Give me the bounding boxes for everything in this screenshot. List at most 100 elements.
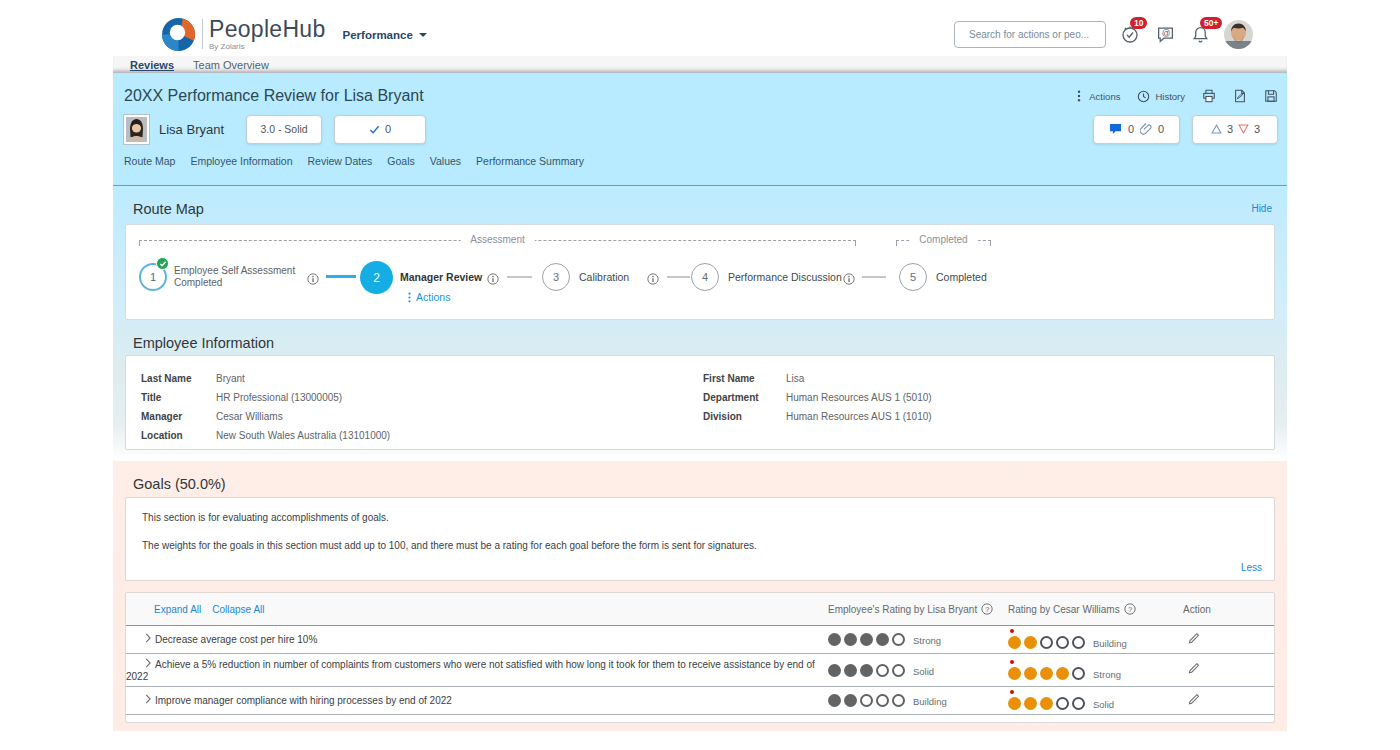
chevron-right-icon — [145, 633, 152, 646]
goal-title-cell[interactable]: Decrease average cost per hire 10% — [126, 629, 828, 650]
manager-rating-dots — [1008, 636, 1085, 649]
goals-title: Goals (50.0%) — [125, 476, 1275, 492]
collapse-all-link[interactable]: Collapse All — [212, 604, 264, 615]
col-action: Action — [1183, 604, 1274, 615]
brand-divider — [202, 19, 203, 49]
info-icon-wrap — [843, 271, 855, 289]
rating-dot — [1024, 697, 1037, 710]
subnav-goals[interactable]: Goals — [387, 155, 414, 167]
rating-dot — [1040, 697, 1053, 710]
employee-name: Lisa Bryant — [159, 122, 224, 137]
completed-bracket: Completed — [896, 240, 991, 246]
step-connector — [862, 276, 886, 278]
module-tabs: Reviews Team Overview — [113, 56, 1287, 73]
todo-button[interactable]: 10 — [1119, 23, 1141, 45]
field-label: Manager — [141, 407, 216, 426]
actions-button[interactable]: Actions — [1074, 90, 1120, 102]
goals-description-line2: The weights for the goals in this sectio… — [142, 540, 1258, 551]
user-avatar[interactable] — [1224, 20, 1253, 49]
hide-link[interactable]: Hide — [1251, 203, 1275, 214]
rating-dot — [1056, 636, 1069, 649]
route-step-5-circle[interactable]: 5 — [899, 263, 927, 291]
edit-pencil-icon[interactable] — [1187, 631, 1200, 649]
history-button[interactable]: History — [1137, 90, 1185, 103]
goal-title-cell[interactable]: Achieve a 5% reduction in number of comp… — [126, 654, 828, 686]
comment-count: 0 — [1128, 123, 1134, 135]
employee-info-title: Employee Information — [125, 335, 1275, 351]
route-map-card: Assessment Completed 1Employee Self Asse… — [125, 224, 1275, 320]
edit-pencil-icon[interactable] — [1187, 661, 1200, 679]
subnav-employee-information[interactable]: Employee Information — [190, 155, 292, 167]
edit-pencil-icon[interactable] — [1187, 692, 1200, 710]
info-icon[interactable] — [843, 273, 855, 285]
subnav-values[interactable]: Values — [430, 155, 461, 167]
manager-rating-cell: Strong — [1008, 661, 1183, 680]
employee-rating-cell: Strong — [828, 633, 1008, 646]
svg-text:?: ? — [1128, 605, 1133, 614]
info-icon-wrap — [307, 271, 319, 289]
overflow-icon — [1074, 90, 1084, 102]
rating-dot — [860, 694, 873, 707]
subnav-route-map[interactable]: Route Map — [124, 155, 175, 167]
feedback-button[interactable]: @ — [1154, 23, 1176, 45]
col-employee-rating-label: Employee's Rating by Lisa Bryant — [828, 604, 977, 615]
goal-title-cell[interactable]: Improve manager compliance with hiring p… — [126, 690, 828, 711]
subnav-performance-summary[interactable]: Performance Summary — [476, 155, 584, 167]
export-document-icon — [1233, 89, 1247, 103]
rating-dot — [1024, 636, 1037, 649]
peoplehub-logo-icon — [160, 16, 197, 53]
less-link[interactable]: Less — [1241, 562, 1262, 573]
goals-description-line1: This section is for evaluating accomplis… — [142, 512, 1258, 523]
field-value: New South Wales Australia (13101000) — [216, 426, 390, 445]
help-icon[interactable]: ? — [1124, 603, 1136, 615]
brand-logo[interactable]: PeopleHub By Zolaris — [160, 16, 326, 53]
check-count-box[interactable]: 0 — [334, 115, 426, 144]
rating-dot — [892, 664, 905, 677]
export-button[interactable] — [1233, 89, 1247, 103]
global-search[interactable] — [954, 21, 1106, 48]
route-step-3-circle[interactable]: 3 — [542, 263, 570, 291]
help-icon[interactable]: ? — [981, 603, 993, 615]
rating-dot — [1072, 667, 1085, 680]
info-icon[interactable] — [647, 273, 659, 285]
tab-reviews[interactable]: Reviews — [130, 59, 174, 71]
route-step-4-circle[interactable]: 4 — [691, 263, 719, 291]
employee-avatar[interactable] — [124, 115, 149, 144]
employee-field: First NameLisa — [703, 369, 932, 388]
subnav-review-dates[interactable]: Review Dates — [308, 155, 373, 167]
notifications-badge: 50+ — [1200, 17, 1222, 29]
expand-all-link[interactable]: Expand All — [154, 604, 201, 615]
assessment-bracket: Assessment — [139, 240, 856, 246]
goal-title: Decrease average cost per hire 10% — [155, 634, 317, 645]
info-icon[interactable] — [307, 273, 319, 285]
overall-score-box[interactable]: 3.0 - Solid — [246, 115, 322, 144]
field-label: Location — [141, 426, 216, 445]
info-icon[interactable] — [487, 273, 499, 285]
employee-field: TitleHR Professional (13000005) — [141, 388, 703, 407]
employee-avatar-photo — [126, 117, 147, 142]
employee-rating-cell: Solid — [828, 664, 1008, 677]
review-subnav: Route Map Employee Information Review Date… — [124, 155, 1278, 167]
manager-rating-dots — [1008, 697, 1085, 710]
brand-subtitle: By Zolaris — [209, 42, 326, 51]
printer-icon — [1202, 89, 1216, 103]
module-switcher[interactable]: Performance — [343, 29, 427, 41]
rating-dot — [1040, 667, 1053, 680]
route-step-4-label: Performance Discussion — [728, 271, 842, 283]
step-actions-link[interactable]: Actions — [407, 291, 450, 303]
action-cell — [1183, 631, 1274, 649]
route-step-2-circle[interactable]: 2 — [360, 261, 393, 294]
required-indicator — [1010, 629, 1014, 633]
rating-dot — [1040, 636, 1053, 649]
col-employee-rating: Employee's Rating by Lisa Bryant ? — [828, 603, 1008, 615]
goals-description-card: This section is for evaluating accomplis… — [125, 497, 1275, 581]
tab-team-overview[interactable]: Team Overview — [193, 59, 269, 71]
print-button[interactable] — [1202, 89, 1216, 103]
search-input[interactable] — [969, 29, 1097, 40]
updown-count-box[interactable]: 3 3 — [1192, 115, 1278, 144]
manager-rating-label: Solid — [1093, 699, 1114, 710]
comments-attachments-box[interactable]: 0 0 — [1093, 115, 1180, 144]
up-count: 3 — [1227, 123, 1233, 135]
save-button[interactable] — [1264, 89, 1278, 103]
notifications-button[interactable]: 50+ — [1189, 23, 1211, 45]
